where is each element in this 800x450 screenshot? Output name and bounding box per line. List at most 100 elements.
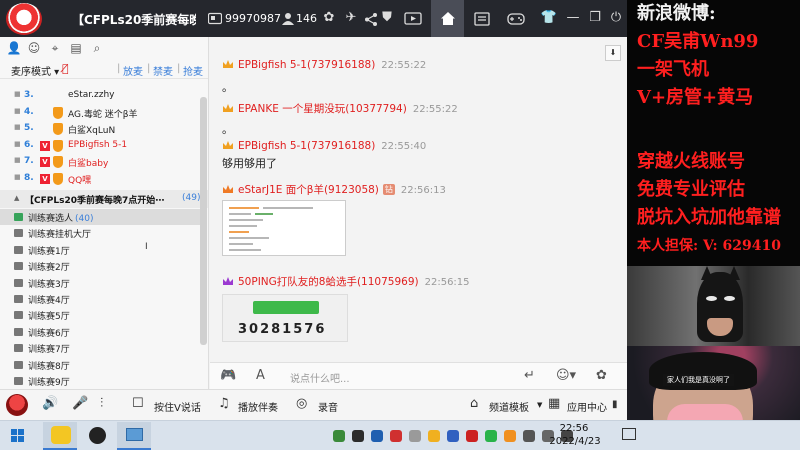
checkbox-icon[interactable]: ☐ bbox=[132, 396, 144, 411]
notification-icon[interactable] bbox=[622, 428, 636, 440]
mic-mode-select[interactable]: 麦序模式 ▾ bbox=[11, 63, 59, 78]
sub-channel-item[interactable]: 训练赛4厅 bbox=[0, 291, 200, 307]
list-item[interactable]: ■ 8. V QQ嘿 bbox=[0, 171, 200, 187]
sub-channel-item[interactable]: 训练赛9厅 bbox=[0, 373, 200, 389]
sub-channel-item[interactable]: 训练赛选人 (40) bbox=[0, 209, 200, 225]
g-tray-icon[interactable] bbox=[447, 430, 459, 442]
app-tray-icon[interactable] bbox=[333, 430, 345, 442]
list-item[interactable]: ■ 7. V 白鲨baby bbox=[0, 154, 200, 170]
taskbar-app-window[interactable] bbox=[117, 422, 151, 450]
music-note-icon[interactable]: ♫ bbox=[218, 396, 230, 411]
windows-start-icon[interactable] bbox=[11, 429, 25, 443]
cam-caption: 家人们我是真没啊了 bbox=[663, 374, 734, 386]
channel-icon bbox=[14, 360, 23, 369]
flower-icon[interactable]: ✿ bbox=[320, 9, 338, 27]
chat-image-screenshot[interactable] bbox=[222, 200, 346, 256]
sub-channel-item[interactable]: 训练赛1厅 bbox=[0, 242, 200, 258]
shield-icon[interactable]: ⛊ bbox=[378, 9, 396, 27]
tshirt-icon[interactable]: 👕 bbox=[540, 9, 558, 27]
restore-button[interactable]: ❐ bbox=[586, 9, 604, 27]
press-to-talk-label[interactable]: 按住V说话 bbox=[154, 399, 201, 414]
bullet-icon: ■ bbox=[14, 173, 21, 181]
avatar[interactable] bbox=[6, 394, 28, 416]
font-style-icon[interactable]: A bbox=[256, 368, 265, 383]
chat-user-name[interactable]: EPANKE 一个星期没玩(10377794) bbox=[238, 103, 407, 115]
share-icon[interactable] bbox=[364, 13, 378, 26]
notes-icon[interactable]: ▤ bbox=[68, 41, 84, 55]
emoji-icon[interactable]: ☺▾ bbox=[556, 368, 576, 383]
location-icon[interactable]: ⌖ bbox=[47, 41, 63, 56]
mic-off-icon[interactable]: 🎙̸ bbox=[62, 62, 69, 75]
channel-scrollbar[interactable] bbox=[200, 97, 207, 345]
room-id: 99970987 bbox=[225, 12, 281, 25]
ban-mic-button[interactable]: 禁麦 bbox=[153, 63, 173, 78]
chat-image-code[interactable]: 30281576 bbox=[222, 294, 348, 342]
list-item[interactable]: ■ 4. AG.毒蛇 迷个β羊 bbox=[0, 105, 200, 121]
wechat-tray-icon[interactable] bbox=[485, 430, 497, 442]
list-item[interactable]: ■ 6. V EPBigfish 5-1 bbox=[0, 138, 200, 154]
apple-tray-icon[interactable] bbox=[409, 430, 421, 442]
penguin-tray-icon[interactable] bbox=[352, 430, 364, 442]
chat-input[interactable]: 说点什么吧... bbox=[290, 370, 350, 385]
template-icon[interactable]: ⌂ bbox=[470, 396, 478, 411]
person-icon[interactable]: 👤 bbox=[6, 41, 22, 55]
captcha-code: 30281576 bbox=[238, 322, 327, 337]
send-enter-icon[interactable]: ↵ bbox=[524, 368, 535, 383]
list-item[interactable]: ■ 5. 白鲨XqLuN bbox=[0, 121, 200, 137]
channel-title[interactable]: 【CFPLs20季前赛每晚7 bbox=[72, 11, 196, 28]
app-center-button[interactable]: 应用中心 bbox=[567, 399, 607, 414]
channel-template-button[interactable]: 频道模板 bbox=[489, 399, 529, 414]
shield-tray-icon[interactable] bbox=[371, 430, 383, 442]
record-button[interactable]: 录音 bbox=[318, 399, 338, 414]
chat-message-header: eStarJ1E 面个β羊(9123058) 钻 22:56:13 bbox=[222, 182, 446, 197]
grab-mic-button[interactable]: 抢麦 bbox=[183, 63, 203, 78]
nav-game[interactable] bbox=[499, 0, 532, 37]
list-item[interactable] bbox=[0, 80, 200, 88]
panel-toolbar: 👤 ☺ ⌖ ▤ ⌕ bbox=[0, 37, 208, 59]
video-icon[interactable] bbox=[404, 12, 422, 25]
gamepad-emoji-icon[interactable]: 🎮 bbox=[220, 368, 236, 383]
search-icon[interactable]: ⌕ bbox=[89, 41, 105, 56]
collapse-arrow-icon[interactable]: ▲ bbox=[14, 194, 19, 202]
nav-home[interactable] bbox=[431, 0, 464, 37]
microphone-icon[interactable]: 🎤 bbox=[72, 396, 88, 411]
main-channel[interactable]: ▲ 【CFPLs20季前赛每晚7点开始⋯ (49) bbox=[0, 190, 208, 208]
chat-user-name[interactable]: EPBigfish 5-1(737916188) bbox=[238, 59, 375, 71]
accompany-button[interactable]: 播放伴奏 bbox=[238, 399, 278, 414]
taskbar-app-obs[interactable] bbox=[80, 422, 114, 450]
sub-channel-item[interactable]: 训练赛5厅 bbox=[0, 307, 200, 323]
chat-user-name[interactable]: EPBigfish 5-1(737916188) bbox=[238, 140, 375, 152]
sub-channel-item[interactable]: 训练赛6厅 bbox=[0, 324, 200, 340]
network-tray-icon[interactable] bbox=[523, 430, 535, 442]
grid-icon[interactable]: ▦ bbox=[548, 396, 560, 411]
minimize-button[interactable]: — bbox=[564, 9, 582, 27]
taskbar-app-yy[interactable] bbox=[43, 422, 77, 450]
mail-tray-icon[interactable] bbox=[466, 430, 478, 442]
record-icon[interactable]: ◎ bbox=[296, 396, 307, 411]
sub-channel-item[interactable]: 训练赛3厅 bbox=[0, 275, 200, 291]
equalizer-icon[interactable]: ⫶ bbox=[100, 396, 103, 411]
sub-channel-item[interactable]: 训练赛挂机大厅 bbox=[0, 225, 200, 241]
chat-user-name[interactable]: eStarJ1E 面个β羊(9123058) bbox=[238, 184, 379, 196]
clock-time[interactable]: 22:56 bbox=[554, 423, 594, 434]
sub-channel-item[interactable]: 训练赛7厅 bbox=[0, 340, 200, 356]
dropdown-arrow-icon[interactable]: ▼ bbox=[537, 401, 542, 409]
sub-channel-name: 训练赛选人 bbox=[28, 214, 74, 224]
sub-channel-item[interactable]: 训练赛8厅 bbox=[0, 357, 200, 373]
speaker-icon[interactable]: 🔊 bbox=[42, 396, 58, 411]
plane-icon[interactable]: ✈ bbox=[342, 9, 360, 27]
tiger-tray-icon[interactable] bbox=[428, 430, 440, 442]
nav-list[interactable] bbox=[465, 0, 498, 37]
group-icon[interactable]: ☺ bbox=[26, 41, 42, 55]
clown-logo-icon[interactable] bbox=[6, 3, 42, 35]
red-tray-icon[interactable] bbox=[390, 430, 402, 442]
power-button[interactable]: ⏻ bbox=[607, 9, 625, 27]
sub-channel-item[interactable]: 训练赛2厅 bbox=[0, 258, 200, 274]
up-arrow-tray-icon[interactable] bbox=[504, 430, 516, 442]
flower-gift-icon[interactable]: ✿ bbox=[596, 368, 607, 383]
list-item[interactable]: ■ 3. eStar.zzhy bbox=[0, 88, 200, 104]
scroll-down-button[interactable]: ⬇ bbox=[605, 45, 621, 61]
release-mic-button[interactable]: 放麦 bbox=[123, 63, 143, 78]
clock-date[interactable]: 2022/4/23 bbox=[540, 436, 610, 447]
chat-user-name[interactable]: 50PING打队友的8蛤选手(11075969) bbox=[238, 276, 419, 288]
